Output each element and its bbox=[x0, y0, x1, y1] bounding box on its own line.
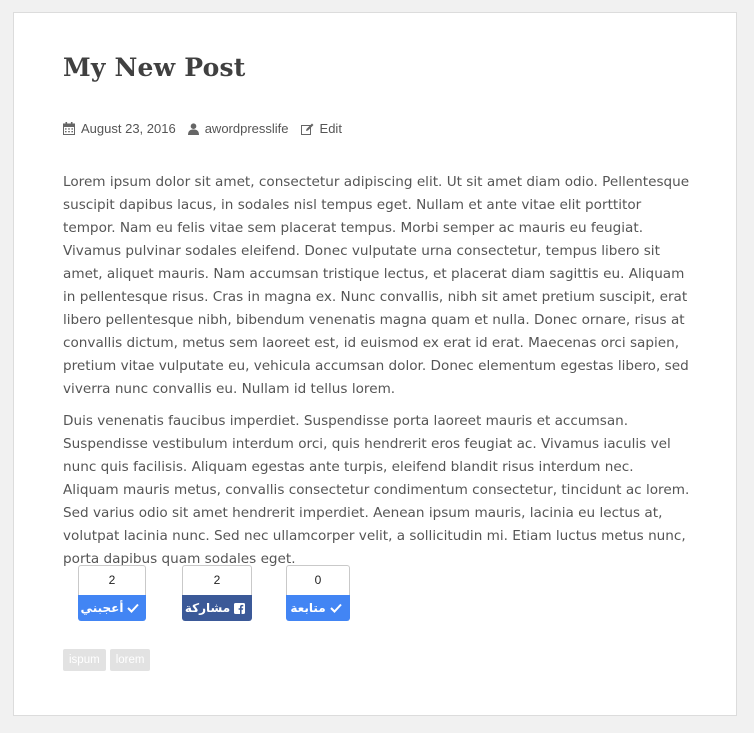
follow-label-bar[interactable]: متابعة bbox=[286, 595, 350, 621]
share-label: مشاركة bbox=[184, 601, 231, 615]
post-meta: August 23, 2016 awordpresslife Edit bbox=[63, 121, 354, 136]
user-icon bbox=[187, 122, 199, 135]
follow-count: 0 bbox=[286, 565, 350, 596]
check-icon bbox=[329, 603, 342, 613]
post-title: My New Post bbox=[63, 53, 246, 82]
like-count: 2 bbox=[78, 565, 146, 596]
follow-label: متابعة bbox=[290, 601, 326, 615]
post-tags: ispum lorem bbox=[63, 649, 154, 671]
post-date-text: August 23, 2016 bbox=[81, 121, 176, 136]
like-label-bar[interactable]: أعجبني bbox=[78, 595, 146, 621]
tag-lorem[interactable]: lorem bbox=[109, 649, 151, 671]
follow-button[interactable]: 0 متابعة bbox=[286, 565, 350, 621]
post-content: Lorem ipsum dolor sit amet, consectetur … bbox=[63, 171, 693, 580]
edit-link[interactable]: Edit bbox=[300, 121, 342, 136]
post-card: My New Post August 23, 2016 awordpressli… bbox=[13, 12, 737, 716]
facebook-icon bbox=[234, 602, 246, 614]
share-label-bar[interactable]: مشاركة bbox=[182, 595, 252, 621]
share-count: 2 bbox=[182, 565, 252, 596]
post-date: August 23, 2016 bbox=[63, 121, 176, 136]
edit-icon bbox=[300, 123, 314, 135]
edit-label[interactable]: Edit bbox=[320, 121, 342, 136]
post-paragraph: Duis venenatis faucibus imperdiet. Suspe… bbox=[63, 413, 690, 567]
like-label: أعجبني bbox=[80, 601, 124, 615]
tag-ispum[interactable]: ispum bbox=[63, 649, 106, 671]
calendar-icon bbox=[63, 122, 75, 135]
post-author[interactable]: awordpresslife bbox=[187, 121, 289, 136]
post-author-name[interactable]: awordpresslife bbox=[205, 121, 289, 136]
post-paragraph: Lorem ipsum dolor sit amet, consectetur … bbox=[63, 174, 690, 397]
share-button[interactable]: 2 مشاركة bbox=[182, 565, 252, 621]
check-icon bbox=[127, 603, 140, 613]
like-button[interactable]: 2 أعجبني bbox=[78, 565, 146, 621]
